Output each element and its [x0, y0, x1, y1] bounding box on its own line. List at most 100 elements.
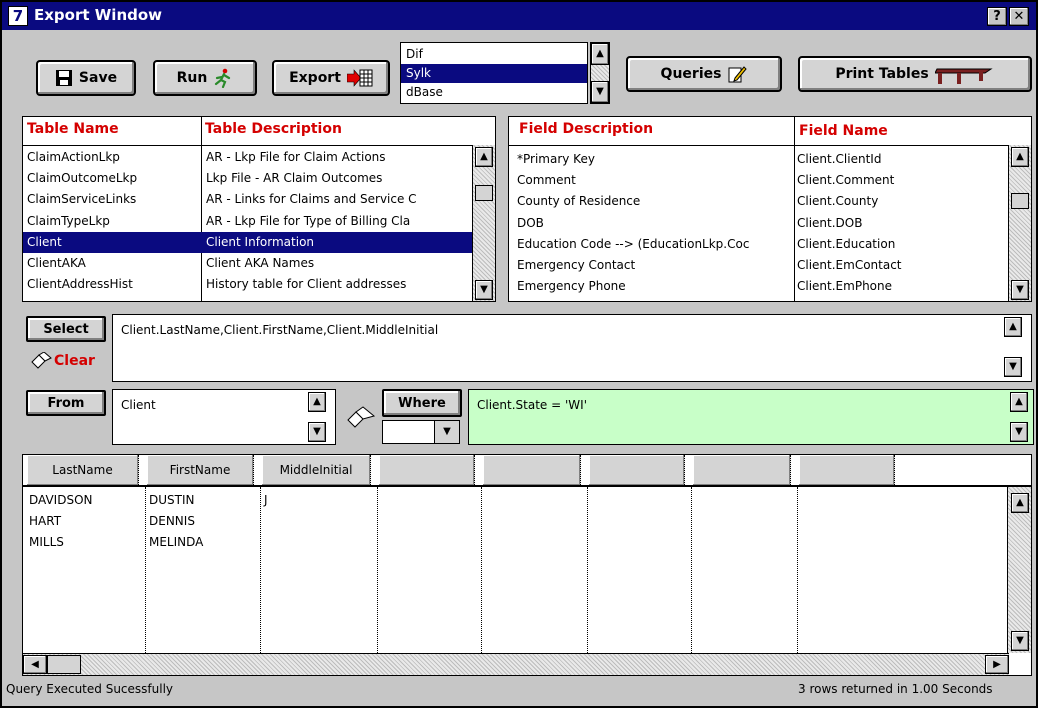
results-grid[interactable]: LastName FirstName MiddleInitial DAVIDSON D… [22, 454, 1032, 676]
field-list[interactable]: Field Description Field Name *Primary Ke… [508, 116, 1032, 302]
field-list-row[interactable]: County of Residence Client.County [509, 191, 1008, 212]
field-name-cell: Client.ClientId [797, 152, 882, 166]
column-header[interactable] [589, 455, 685, 485]
run-button[interactable]: Run [153, 60, 257, 96]
scroll-up-arrow-icon[interactable]: ▲ [308, 392, 326, 412]
table-list-row[interactable]: ClaimServiceLinks AR - Links for Claims a… [23, 189, 472, 210]
where-operator-dropdown[interactable]: ▼ [382, 420, 460, 444]
app-icon[interactable]: 7 [8, 6, 28, 26]
field-name-header: Field Name [799, 123, 888, 139]
where-label: Where [398, 395, 446, 411]
column-header[interactable] [799, 455, 895, 485]
table-list[interactable]: Table Name Table Description ClaimAction… [22, 116, 496, 302]
help-button[interactable]: ? [987, 7, 1007, 26]
table-list-row[interactable]: ClaimTypeLkp AR - Lkp File for Type of Bi… [23, 211, 472, 232]
scroll-down-arrow-icon[interactable]: ▼ [1011, 631, 1029, 651]
field-name-cell: Client.EmContact [797, 258, 902, 272]
select-clause-scrollbar[interactable]: ▲ ▼ [1002, 315, 1026, 381]
scroll-thumb[interactable] [47, 655, 81, 674]
field-list-row[interactable]: *Primary Key Client.ClientId [509, 149, 1008, 170]
title-bar[interactable]: 7 Export Window ? ✕ [2, 2, 1036, 30]
field-list-row[interactable]: Education Code --> (EducationLkp.Coc Clie… [509, 234, 1008, 255]
column-header[interactable] [693, 455, 791, 485]
table-row[interactable]: DAVIDSON DUSTIN J [23, 489, 1007, 511]
column-header[interactable] [483, 455, 581, 485]
select-clause-field[interactable]: Client.LastName,Client.FirstName,Client.… [112, 314, 1032, 382]
from-button[interactable]: From [26, 390, 106, 416]
column-header[interactable]: LastName [27, 455, 139, 485]
format-list-scrollbar[interactable]: ▲ ▼ [590, 42, 610, 104]
where-clause-field[interactable]: Client.State = 'WI' [468, 389, 1034, 445]
scroll-right-arrow-icon[interactable]: ▶ [985, 655, 1009, 674]
results-vertical-scrollbar[interactable]: ▲ ▼ [1007, 487, 1031, 653]
clear-button[interactable]: Clear [30, 352, 95, 370]
column-header[interactable] [379, 455, 475, 485]
where-button[interactable]: Where [382, 389, 462, 417]
scroll-up-arrow-icon[interactable]: ▲ [1010, 392, 1028, 412]
save-button[interactable]: Save [36, 60, 136, 96]
floppy-disk-icon [55, 70, 72, 86]
grid-cell: J [264, 493, 268, 507]
eraser-icon[interactable] [346, 406, 378, 432]
scroll-up-arrow-icon[interactable]: ▲ [591, 43, 609, 65]
scroll-up-arrow-icon[interactable]: ▲ [1011, 493, 1029, 513]
table-description-cell: AR - Lkp File for Type of Billing Cla [206, 213, 411, 228]
grid-cell: MILLS [29, 535, 64, 549]
scroll-down-arrow-icon[interactable]: ▼ [1004, 357, 1022, 377]
from-label: From [47, 395, 85, 411]
field-description-cell: County of Residence [517, 194, 641, 209]
scroll-down-arrow-icon[interactable]: ▼ [591, 81, 609, 103]
format-option-dbase[interactable]: dBase [401, 83, 587, 102]
field-list-row[interactable]: Emergency Phone Client.EmPhone [509, 276, 1008, 297]
table-list-row[interactable]: ClaimOutcomeLkp Lkp File - AR Claim Outco… [23, 168, 472, 189]
table-list-scrollbar[interactable]: ▲ ▼ [472, 145, 495, 301]
close-button[interactable]: ✕ [1009, 7, 1029, 26]
format-option-dif[interactable]: Dif [401, 45, 587, 64]
field-list-scrollbar[interactable]: ▲ ▼ [1008, 145, 1031, 301]
field-description-cell: Education Code --> (EducationLkp.Coc [517, 236, 750, 251]
column-header[interactable]: MiddleInitial [262, 455, 371, 485]
scroll-up-arrow-icon[interactable]: ▲ [1011, 147, 1029, 167]
scroll-down-arrow-icon[interactable]: ▼ [308, 422, 326, 442]
export-button[interactable]: Export [272, 60, 390, 96]
table-list-row[interactable]: ClientAKA Client AKA Names [23, 253, 472, 274]
field-list-row[interactable]: Emergency Contact Client.EmContact [509, 255, 1008, 276]
where-clause-scrollbar[interactable]: ▲ ▼ [1008, 390, 1032, 444]
table-list-row[interactable]: ClientAddressHist History table for Clien… [23, 274, 472, 295]
table-name-cell: ClaimServiceLinks [27, 192, 137, 207]
field-description-cell: *Primary Key [517, 152, 595, 166]
field-description-cell: Comment [517, 173, 576, 188]
scroll-down-arrow-icon[interactable]: ▼ [1011, 280, 1029, 300]
field-list-row[interactable]: Comment Client.Comment [509, 170, 1008, 191]
select-button[interactable]: Select [26, 316, 106, 342]
field-description-header: Field Description [519, 121, 654, 137]
table-row[interactable]: MILLS MELINDA [23, 531, 1007, 553]
column-header[interactable]: FirstName [147, 455, 254, 485]
print-tables-label: Print Tables [835, 66, 929, 82]
scroll-down-arrow-icon[interactable]: ▼ [1010, 422, 1028, 442]
scroll-up-arrow-icon[interactable]: ▲ [475, 147, 493, 167]
field-list-row[interactable]: DOB Client.DOB [509, 213, 1008, 234]
scroll-down-arrow-icon[interactable]: ▼ [475, 280, 493, 300]
table-list-row[interactable]: ClaimActionLkp AR - Lkp File for Claim Ac… [23, 147, 472, 168]
table-description-cell: History table for Client addresses [206, 277, 407, 292]
field-description-cell: DOB [517, 215, 544, 230]
from-clause-scrollbar[interactable]: ▲ ▼ [306, 390, 330, 444]
chevron-down-icon[interactable]: ▼ [434, 421, 459, 443]
run-label: Run [176, 70, 208, 86]
table-row[interactable]: HART DENNIS [23, 510, 1007, 532]
table-list-row[interactable]: Client Client Information [23, 231, 472, 253]
scroll-thumb[interactable] [475, 185, 493, 201]
queries-button[interactable]: Queries [626, 56, 782, 92]
queries-label: Queries [660, 66, 722, 82]
format-option-sylk[interactable]: Sylk [401, 64, 587, 83]
from-clause-field[interactable]: Client [112, 389, 336, 445]
scroll-left-arrow-icon[interactable]: ◀ [23, 655, 47, 674]
field-name-cell: Client.EmPhone [797, 279, 892, 294]
export-format-list[interactable]: Dif Sylk dBase [400, 42, 588, 104]
scroll-up-arrow-icon[interactable]: ▲ [1004, 317, 1022, 337]
scroll-thumb[interactable] [1011, 193, 1029, 209]
grid-cell: DAVIDSON [29, 493, 93, 507]
results-horizontal-scrollbar[interactable]: ◀ ▶ [23, 653, 1009, 675]
print-tables-button[interactable]: Print Tables [798, 56, 1032, 92]
